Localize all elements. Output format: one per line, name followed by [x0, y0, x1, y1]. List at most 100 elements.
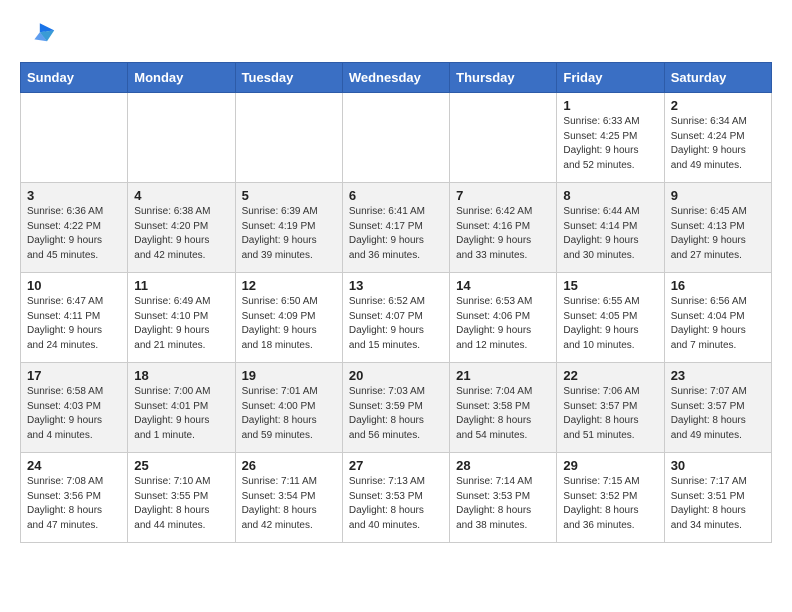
day-number: 22: [563, 368, 657, 383]
day-number: 2: [671, 98, 765, 113]
column-header-sunday: Sunday: [21, 63, 128, 93]
column-header-tuesday: Tuesday: [235, 63, 342, 93]
day-number: 26: [242, 458, 336, 473]
day-cell: [128, 93, 235, 183]
day-cell: 19 Sunrise: 7:01 AM Sunset: 4:00 PM Dayli…: [235, 363, 342, 453]
column-header-thursday: Thursday: [450, 63, 557, 93]
day-cell: 20 Sunrise: 7:03 AM Sunset: 3:59 PM Dayli…: [342, 363, 449, 453]
day-number: 8: [563, 188, 657, 203]
day-number: 14: [456, 278, 550, 293]
day-number: 7: [456, 188, 550, 203]
logo: [20, 16, 60, 52]
day-info: Sunrise: 6:55 AM Sunset: 4:05 PM Dayligh…: [563, 295, 657, 353]
day-info: Sunrise: 7:13 AM Sunset: 3:53 PM Dayligh…: [349, 475, 443, 533]
day-number: 23: [671, 368, 765, 383]
calendar-body: 1 Sunrise: 6:33 AM Sunset: 4:25 PM Daylig…: [21, 93, 772, 543]
day-cell: 22 Sunrise: 7:06 AM Sunset: 3:57 PM Dayli…: [557, 363, 664, 453]
logo-icon: [20, 16, 56, 52]
week-row-5: 24 Sunrise: 7:08 AM Sunset: 3:56 PM Dayli…: [21, 453, 772, 543]
day-cell: 21 Sunrise: 7:04 AM Sunset: 3:58 PM Dayli…: [450, 363, 557, 453]
day-info: Sunrise: 6:45 AM Sunset: 4:13 PM Dayligh…: [671, 205, 765, 263]
day-info: Sunrise: 6:44 AM Sunset: 4:14 PM Dayligh…: [563, 205, 657, 263]
day-number: 5: [242, 188, 336, 203]
day-info: Sunrise: 6:36 AM Sunset: 4:22 PM Dayligh…: [27, 205, 121, 263]
day-cell: 9 Sunrise: 6:45 AM Sunset: 4:13 PM Daylig…: [664, 183, 771, 273]
day-number: 21: [456, 368, 550, 383]
day-cell: 12 Sunrise: 6:50 AM Sunset: 4:09 PM Dayli…: [235, 273, 342, 363]
day-number: 18: [134, 368, 228, 383]
day-info: Sunrise: 7:17 AM Sunset: 3:51 PM Dayligh…: [671, 475, 765, 533]
day-cell: 6 Sunrise: 6:41 AM Sunset: 4:17 PM Daylig…: [342, 183, 449, 273]
day-cell: [342, 93, 449, 183]
day-info: Sunrise: 7:03 AM Sunset: 3:59 PM Dayligh…: [349, 385, 443, 443]
day-cell: 15 Sunrise: 6:55 AM Sunset: 4:05 PM Dayli…: [557, 273, 664, 363]
day-cell: 14Sunrise: 6:53 AM Sunset: 4:06 PM Dayli…: [450, 273, 557, 363]
day-cell: [450, 93, 557, 183]
day-cell: 11Sunrise: 6:49 AM Sunset: 4:10 PM Dayli…: [128, 273, 235, 363]
day-cell: 29Sunrise: 7:15 AM Sunset: 3:52 PM Dayli…: [557, 453, 664, 543]
day-number: 1: [563, 98, 657, 113]
day-number: 13: [349, 278, 443, 293]
day-info: Sunrise: 6:41 AM Sunset: 4:17 PM Dayligh…: [349, 205, 443, 263]
day-number: 20: [349, 368, 443, 383]
day-info: Sunrise: 6:52 AM Sunset: 4:07 PM Dayligh…: [349, 295, 443, 353]
day-number: 3: [27, 188, 121, 203]
day-info: Sunrise: 7:00 AM Sunset: 4:01 PM Dayligh…: [134, 385, 228, 443]
day-cell: 13 Sunrise: 6:52 AM Sunset: 4:07 PM Dayli…: [342, 273, 449, 363]
day-info: Sunrise: 6:50 AM Sunset: 4:09 PM Dayligh…: [242, 295, 336, 353]
day-info: Sunrise: 6:34 AM Sunset: 4:24 PM Dayligh…: [671, 115, 765, 173]
day-number: 12: [242, 278, 336, 293]
column-header-saturday: Saturday: [664, 63, 771, 93]
day-number: 30: [671, 458, 765, 473]
day-number: 19: [242, 368, 336, 383]
day-cell: 30 Sunrise: 7:17 AM Sunset: 3:51 PM Dayli…: [664, 453, 771, 543]
header: [20, 16, 772, 52]
calendar-header: SundayMondayTuesdayWednesdayThursdayFrid…: [21, 63, 772, 93]
page: SundayMondayTuesdayWednesdayThursdayFrid…: [0, 0, 792, 559]
day-info: Sunrise: 6:49 AM Sunset: 4:10 PM Dayligh…: [134, 295, 228, 353]
column-header-friday: Friday: [557, 63, 664, 93]
day-cell: 8 Sunrise: 6:44 AM Sunset: 4:14 PM Daylig…: [557, 183, 664, 273]
day-cell: 2 Sunrise: 6:34 AM Sunset: 4:24 PM Daylig…: [664, 93, 771, 183]
day-info: Sunrise: 6:39 AM Sunset: 4:19 PM Dayligh…: [242, 205, 336, 263]
day-number: 15: [563, 278, 657, 293]
day-cell: 17 Sunrise: 6:58 AM Sunset: 4:03 PM Dayli…: [21, 363, 128, 453]
day-cell: [235, 93, 342, 183]
day-cell: 18 Sunrise: 7:00 AM Sunset: 4:01 PM Dayli…: [128, 363, 235, 453]
day-number: 10: [27, 278, 121, 293]
day-cell: 25Sunrise: 7:10 AM Sunset: 3:55 PM Dayli…: [128, 453, 235, 543]
day-number: 9: [671, 188, 765, 203]
week-row-1: 1 Sunrise: 6:33 AM Sunset: 4:25 PM Daylig…: [21, 93, 772, 183]
day-number: 6: [349, 188, 443, 203]
day-number: 24: [27, 458, 121, 473]
day-cell: 1 Sunrise: 6:33 AM Sunset: 4:25 PM Daylig…: [557, 93, 664, 183]
week-row-3: 10 Sunrise: 6:47 AM Sunset: 4:11 PM Dayli…: [21, 273, 772, 363]
day-cell: 16Sunrise: 6:56 AM Sunset: 4:04 PM Dayli…: [664, 273, 771, 363]
day-cell: 28 Sunrise: 7:14 AM Sunset: 3:53 PM Dayli…: [450, 453, 557, 543]
week-row-4: 17 Sunrise: 6:58 AM Sunset: 4:03 PM Dayli…: [21, 363, 772, 453]
day-number: 4: [134, 188, 228, 203]
day-number: 25: [134, 458, 228, 473]
day-number: 28: [456, 458, 550, 473]
day-info: Sunrise: 7:06 AM Sunset: 3:57 PM Dayligh…: [563, 385, 657, 443]
day-number: 29: [563, 458, 657, 473]
day-info: Sunrise: 7:04 AM Sunset: 3:58 PM Dayligh…: [456, 385, 550, 443]
column-header-wednesday: Wednesday: [342, 63, 449, 93]
day-cell: 7Sunrise: 6:42 AM Sunset: 4:16 PM Daylig…: [450, 183, 557, 273]
day-number: 17: [27, 368, 121, 383]
day-info: Sunrise: 6:58 AM Sunset: 4:03 PM Dayligh…: [27, 385, 121, 443]
day-info: Sunrise: 7:14 AM Sunset: 3:53 PM Dayligh…: [456, 475, 550, 533]
day-cell: 26 Sunrise: 7:11 AM Sunset: 3:54 PM Dayli…: [235, 453, 342, 543]
day-cell: 24 Sunrise: 7:08 AM Sunset: 3:56 PM Dayli…: [21, 453, 128, 543]
day-info: Sunrise: 7:11 AM Sunset: 3:54 PM Dayligh…: [242, 475, 336, 533]
day-info: Sunrise: 7:01 AM Sunset: 4:00 PM Dayligh…: [242, 385, 336, 443]
day-info: Sunrise: 6:47 AM Sunset: 4:11 PM Dayligh…: [27, 295, 121, 353]
header-row: SundayMondayTuesdayWednesdayThursdayFrid…: [21, 63, 772, 93]
day-info: Sunrise: 6:33 AM Sunset: 4:25 PM Dayligh…: [563, 115, 657, 173]
day-info: Sunrise: 7:08 AM Sunset: 3:56 PM Dayligh…: [27, 475, 121, 533]
day-number: 16: [671, 278, 765, 293]
day-cell: 27Sunrise: 7:13 AM Sunset: 3:53 PM Dayli…: [342, 453, 449, 543]
day-info: Sunrise: 7:07 AM Sunset: 3:57 PM Dayligh…: [671, 385, 765, 443]
calendar-table: SundayMondayTuesdayWednesdayThursdayFrid…: [20, 62, 772, 543]
column-header-monday: Monday: [128, 63, 235, 93]
